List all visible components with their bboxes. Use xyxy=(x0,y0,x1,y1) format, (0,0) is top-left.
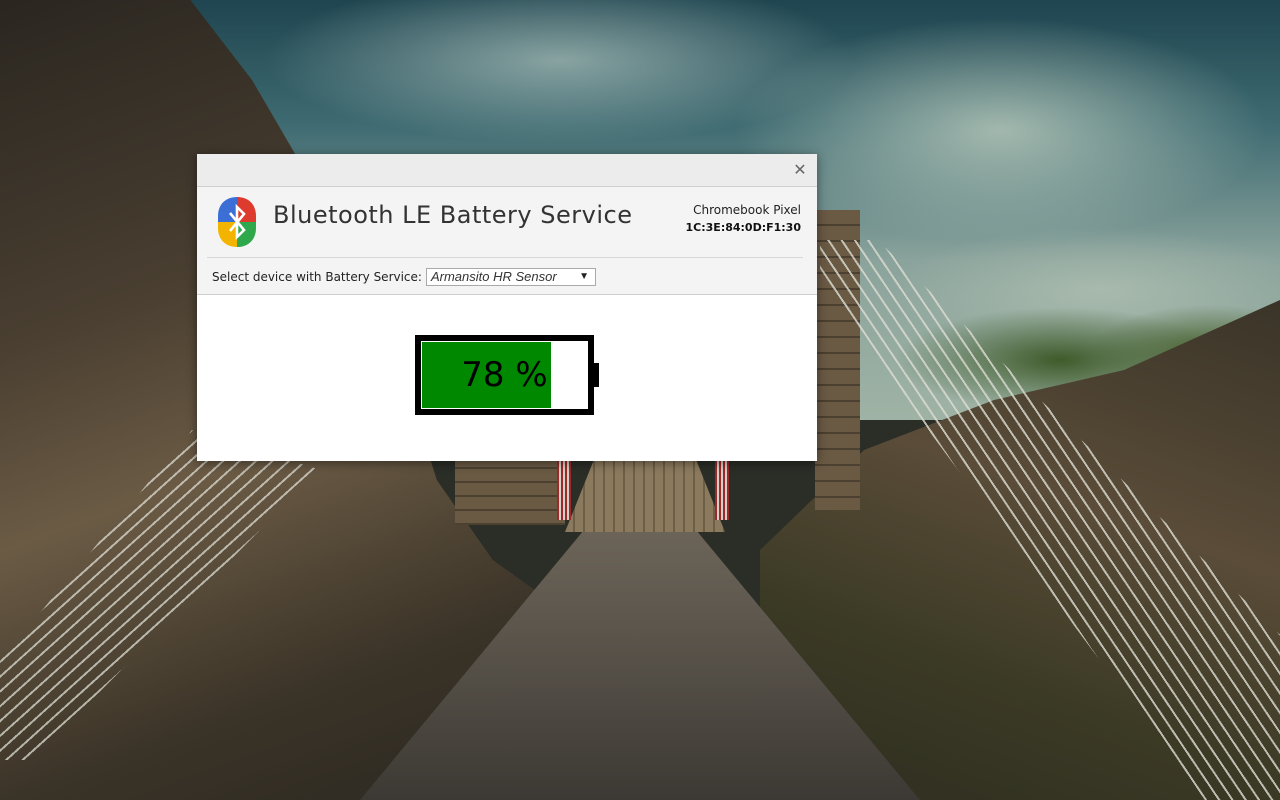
app-window: ✕ Bluetooth LE Battery Service Chromeboo… xyxy=(197,154,817,461)
wallpaper-bridge-deck xyxy=(565,460,725,532)
device-select-label: Select device with Battery Service: xyxy=(212,270,422,284)
window-titlebar[interactable]: ✕ xyxy=(197,154,817,187)
battery-level-text: 78 % xyxy=(461,355,548,395)
device-select-row: Select device with Battery Service: Arma… xyxy=(212,267,596,287)
host-name: Chromebook Pixel xyxy=(693,203,801,217)
device-select[interactable]: Armansito HR Sensor ▼ xyxy=(425,268,596,286)
app-title: Bluetooth LE Battery Service xyxy=(273,201,633,229)
wallpaper-bridge-rail-right xyxy=(715,460,729,520)
wallpaper-bridge-tower-left xyxy=(455,455,565,525)
header-divider xyxy=(207,257,803,258)
close-icon[interactable]: ✕ xyxy=(791,161,809,179)
wallpaper-bridge-rail-left xyxy=(557,460,571,520)
bluetooth-logo-icon xyxy=(218,197,256,247)
battery-terminal xyxy=(594,363,599,387)
dropdown-arrow-icon: ▼ xyxy=(579,271,589,282)
battery-indicator: 78 % xyxy=(415,335,594,415)
host-info: Chromebook Pixel 1C:3E:84:0D:F1:30 xyxy=(686,202,801,236)
device-select-value: Armansito HR Sensor xyxy=(430,269,557,284)
host-address: 1C:3E:84:0D:F1:30 xyxy=(685,221,801,234)
app-header: Bluetooth LE Battery Service Chromebook … xyxy=(197,187,817,295)
